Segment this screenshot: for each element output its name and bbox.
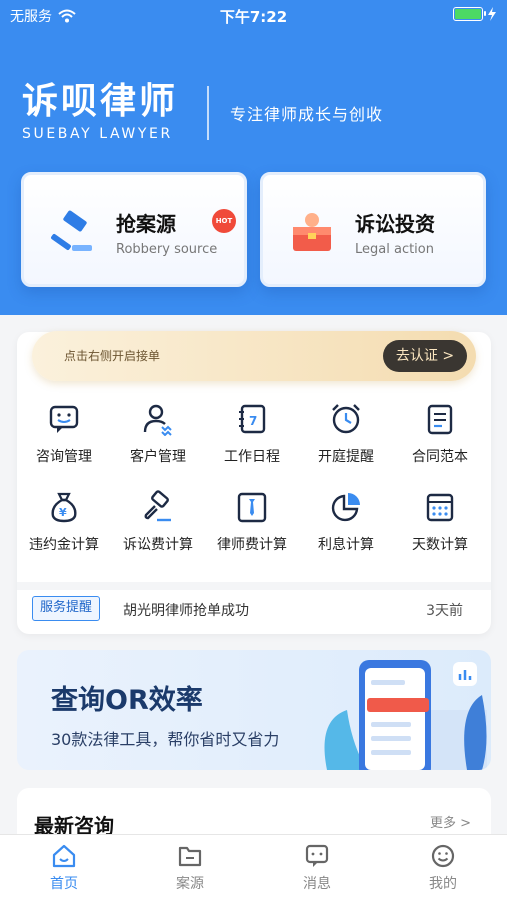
status-bar: 无服务 下午7:22 <box>0 0 507 30</box>
tab-bar: 首页 案源 消息 我的 <box>0 834 507 900</box>
tool-label: 违约金计算 <box>29 537 99 553</box>
promo-subtitle: 30款法律工具，帮你省时又省力 <box>51 730 280 749</box>
gavel-icon <box>51 210 92 251</box>
tab-home[interactable]: 首页 <box>24 843 104 893</box>
case-source-card[interactable]: 抢案源 HOT Robbery source <box>21 172 247 287</box>
battery-level <box>455 9 481 19</box>
notice-message: 胡光明律师抢单成功 <box>123 603 249 619</box>
tool-contract-templates[interactable]: 合同范本 <box>393 402 487 466</box>
money-bag-icon: ¥ <box>51 492 77 523</box>
verify-banner[interactable]: 点击右侧开启接单 去认证 > <box>32 331 476 381</box>
gavel-calc-icon <box>144 490 171 522</box>
hot-badge: HOT <box>212 209 236 233</box>
clock: 下午7:22 <box>219 8 288 26</box>
calendar-grid-icon <box>426 493 454 522</box>
tool-label: 诉讼费计算 <box>123 537 193 553</box>
smile-icon <box>431 844 455 868</box>
tool-label: 客户管理 <box>130 449 186 465</box>
document-icon <box>427 404 453 435</box>
case-source-title: 抢案源 <box>116 212 176 236</box>
tool-days-calc[interactable]: 天数计算 <box>393 490 487 554</box>
litigation-investment-title: 诉讼投资 <box>355 212 435 236</box>
svg-text:¥: ¥ <box>59 506 67 519</box>
brand-name-en: SUEBAY LAWYER <box>22 126 173 142</box>
status-right <box>453 7 497 21</box>
promo-title: 查询OR效率 <box>51 685 203 716</box>
litigation-investment-subtitle: Legal action <box>355 242 434 257</box>
tool-lawyer-fee-calc[interactable]: 律师费计算 <box>205 490 299 554</box>
tool-litigation-fee-calc[interactable]: 诉讼费计算 <box>111 490 205 554</box>
case-source-subtitle: Robbery source <box>116 242 218 257</box>
brand-logo: 诉呗律师 SUEBAY LAWYER <box>22 81 179 143</box>
tool-label: 合同范本 <box>412 449 468 465</box>
alarm-clock-icon <box>332 404 360 434</box>
verify-button[interactable]: 去认证 > <box>383 340 467 372</box>
notice-tag: 服务提醒 <box>32 596 101 621</box>
brand-divider <box>207 86 209 140</box>
tool-penalty-calc[interactable]: ¥ 违约金计算 <box>17 490 111 554</box>
tab-label: 首页 <box>50 876 78 892</box>
charging-icon <box>488 7 496 21</box>
tool-label: 利息计算 <box>318 537 374 553</box>
brand-name-cn: 诉呗律师 <box>22 81 179 122</box>
tool-court-reminder[interactable]: 开庭提醒 <box>299 402 393 466</box>
tool-label: 开庭提醒 <box>318 449 374 465</box>
tab-label: 我的 <box>429 876 457 892</box>
tab-label: 案源 <box>176 876 204 892</box>
battery-icon <box>453 7 486 21</box>
hero-header: 无服务 下午7:22 诉呗律师 SUEBAY LAWYER 专注律师成长与创收 … <box>0 0 507 315</box>
more-link[interactable]: 更多 > <box>430 812 471 831</box>
user-icon <box>143 404 172 436</box>
brand-slogan: 专注律师成长与创收 <box>230 105 384 124</box>
panel-separator <box>17 582 491 590</box>
tool-interest-calc[interactable]: 利息计算 <box>299 490 393 554</box>
tool-work-schedule[interactable]: 7 工作日程 <box>205 402 299 466</box>
chat-smile-icon <box>49 405 79 433</box>
banner-text: 点击右侧开启接单 <box>64 349 161 363</box>
briefcase-icon <box>293 213 331 251</box>
home-icon <box>52 844 76 868</box>
calendar-7-icon: 7 <box>239 404 266 434</box>
litigation-investment-card[interactable]: 诉讼投资 Legal action <box>260 172 486 287</box>
phone-illustration-icon <box>324 660 487 770</box>
tab-cases[interactable]: 案源 <box>150 843 230 893</box>
tab-label: 消息 <box>303 876 331 892</box>
folder-icon <box>178 846 202 867</box>
pie-chart-icon <box>331 493 360 522</box>
tool-label: 天数计算 <box>412 537 468 553</box>
tool-label: 咨询管理 <box>36 449 92 465</box>
message-icon <box>305 844 329 867</box>
svg-text:7: 7 <box>249 414 257 428</box>
tool-client-management[interactable]: 客户管理 <box>111 402 205 466</box>
tools-promo-banner[interactable]: 查询OR效率 30款法律工具，帮你省时又省力 <box>17 650 491 770</box>
notice-time: 3天前 <box>426 603 463 619</box>
tool-label: 工作日程 <box>224 449 280 465</box>
tool-label: 律师费计算 <box>217 537 287 553</box>
tab-messages[interactable]: 消息 <box>277 843 357 893</box>
tie-icon <box>237 492 267 523</box>
tab-profile[interactable]: 我的 <box>403 843 483 893</box>
service-notice[interactable]: 服务提醒 胡光明律师抢单成功 3天前 <box>17 590 491 634</box>
tool-consult-management[interactable]: 咨询管理 <box>17 402 111 466</box>
